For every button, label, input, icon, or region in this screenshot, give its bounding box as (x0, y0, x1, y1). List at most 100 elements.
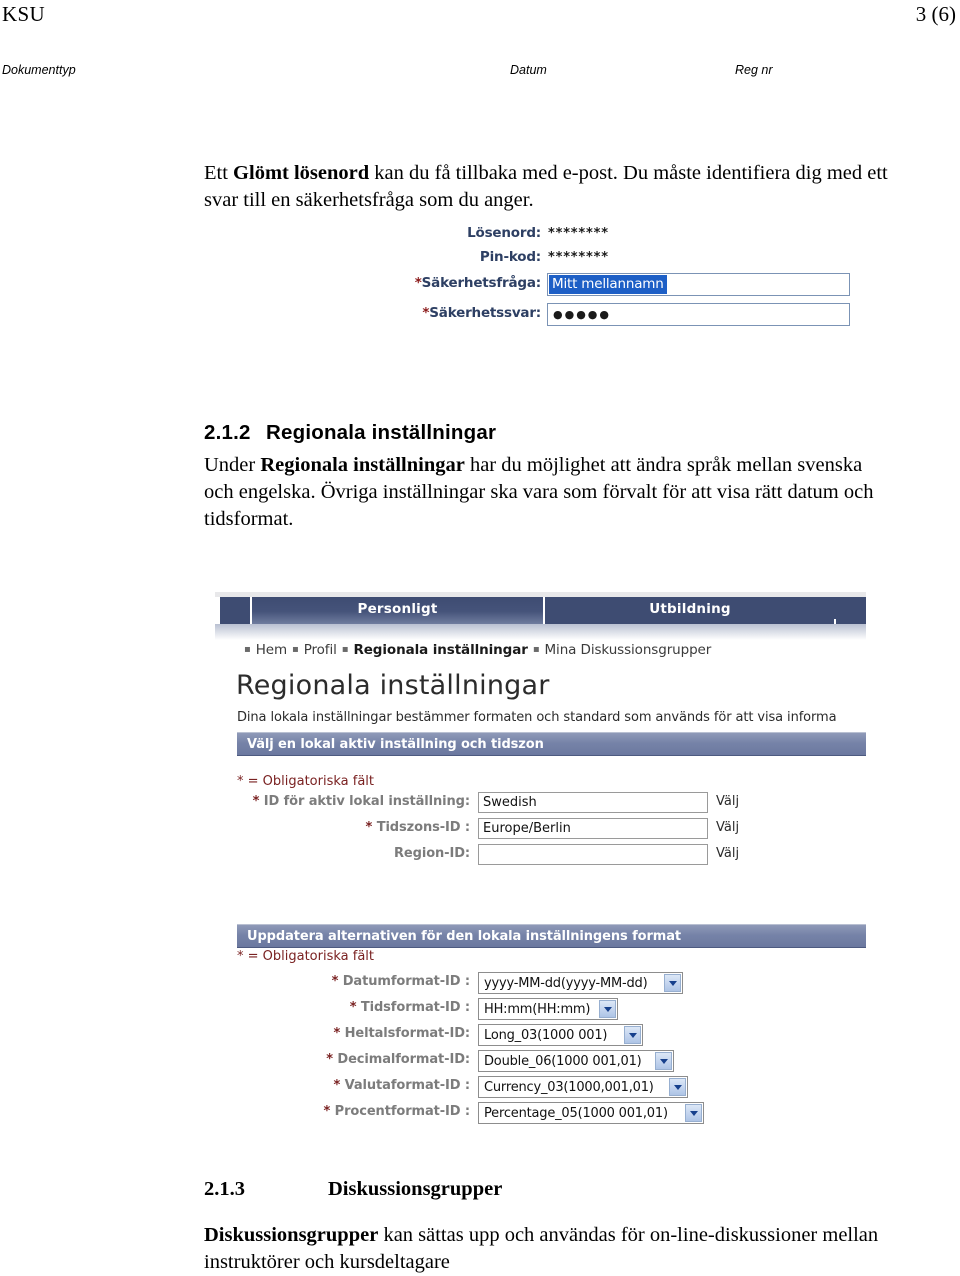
meta-label-datum: Datum (510, 63, 547, 77)
page-number: 3 (6) (915, 2, 956, 26)
input-aktiv-lokal-installning[interactable]: Swedish (478, 792, 708, 813)
breadcrumb-bullet-icon: ▪ (292, 644, 299, 655)
required-asterisk: * (331, 974, 339, 989)
heading-2-1-2-number: 2.1.2 (204, 421, 251, 444)
dropdown-tidsformat-id[interactable]: HH:mm(HH:mm) (478, 998, 618, 1020)
label-datumformat-id: * Datumformat-ID : (331, 974, 471, 989)
dropdown-procentformat-id[interactable]: Percentage_05(1000 001,01) (478, 1102, 704, 1124)
dropdown-datumformat-id[interactable]: yyyy-MM-dd(yyyy-MM-dd) (478, 972, 683, 994)
heading-2-1-2-title: Regionala inställningar (266, 421, 497, 444)
section-2-bar-label: Uppdatera alternativen för den lokala in… (247, 929, 681, 944)
label-aktiv-lokal-installning: * ID för aktiv lokal inställning: (252, 794, 471, 809)
input-tidszons-id[interactable]: Europe/Berlin (478, 818, 708, 839)
heading-2-1-3-number: 2.1.3 (204, 1178, 245, 1200)
heading-2-1-3-title: Diskussionsgrupper (328, 1178, 503, 1200)
chevron-down-icon[interactable] (624, 1026, 641, 1044)
form-row-losenord: Lösenord: ******** (333, 225, 866, 251)
label-sakerhetssvar: *Säkerhetssvar: (422, 305, 541, 321)
heading-2-1-3: 2.1.3 Diskussionsgrupper (204, 1178, 502, 1201)
field-row-datumformat-id: * Datumformat-ID : yyyy-MM-dd(yyyy-MM-dd… (215, 972, 866, 998)
required-asterisk: * (252, 794, 260, 809)
app-page-title: Regionala inställningar (236, 670, 550, 701)
document-header: KSU 3 (6) Dokumenttyp Datum Reg nr (0, 0, 960, 110)
sakerhetsfraga-input[interactable]: Mitt mellannamn (547, 273, 850, 296)
label-region-id: Region-ID: (394, 846, 470, 861)
chevron-down-icon[interactable] (655, 1052, 672, 1070)
field-row-tidsformat-id: * Tidsformat-ID : HH:mm(HH:mm) (215, 998, 866, 1024)
value-pinkod: ******** (548, 250, 609, 265)
dropdown-heltalsformat-id-value: Long_03(1000 001) (484, 1027, 608, 1043)
intro-paragraph: Ett Glömt lösenord kan du få tillbaka me… (204, 160, 894, 214)
form-row-sakerhetssvar: *Säkerhetssvar: ●●●●● (333, 303, 866, 331)
paragraph-2-1-2: Under Regionala inställningar har du möj… (204, 452, 894, 533)
sakerhetssvar-masked-value: ●●●●● (553, 308, 611, 321)
chevron-down-icon[interactable] (599, 1000, 616, 1018)
required-fields-note-2: * = Obligatoriska fält (237, 949, 375, 964)
breadcrumb: ▪ Hem ▪ Profil ▪ Regionala inställningar ▪ Mina… (239, 642, 711, 658)
required-fields-note-1: * = Obligatoriska fält (237, 774, 375, 789)
field-row-region-id: Region-ID: Välj (215, 844, 866, 870)
field-row-heltalsformat-id: * Heltalsformat-ID: Long_03(1000 001) (215, 1024, 866, 1050)
dropdown-tidsformat-id-value: HH:mm(HH:mm) (484, 1001, 591, 1017)
required-asterisk: * (414, 275, 422, 291)
breadcrumb-bullet-icon: ▪ (341, 644, 349, 655)
label-tidsformat-id: * Tidsformat-ID : (349, 1000, 470, 1015)
section-header-uppdatera-format: Uppdatera alternativen för den lokala in… (237, 924, 866, 948)
label-losenord: Lösenord: (467, 225, 541, 241)
valj-link-region-id[interactable]: Välj (716, 846, 739, 861)
required-asterisk: * (323, 1104, 331, 1119)
field-row-procentformat-id: * Procentformat-ID : Percentage_05(1000 … (215, 1102, 866, 1128)
para213-bold: Diskussionsgrupper (204, 1224, 379, 1246)
field-row-tidszons-id: * Tidszons-ID : Europe/Berlin Välj (215, 818, 866, 844)
label-pinkod: Pin-kod: (479, 249, 541, 265)
section-header-valj-lokal-installning: Välj en lokal aktiv inställning och tids… (237, 732, 866, 756)
required-asterisk: * (326, 1052, 333, 1067)
chevron-down-icon[interactable] (664, 974, 681, 992)
dropdown-valutaformat-id-value: Currency_03(1000,001,01) (484, 1079, 654, 1095)
tab-bar-fade (215, 624, 866, 640)
tab-personligt-label: Personligt (357, 601, 438, 617)
dropdown-heltalsformat-id[interactable]: Long_03(1000 001) (478, 1024, 643, 1046)
intro-text-bold: Glömt lösenord (233, 162, 370, 184)
label-procentformat-id: * Procentformat-ID : (323, 1104, 471, 1119)
paragraph-2-1-3: Diskussionsgrupper kan sättas upp och an… (204, 1222, 894, 1276)
chevron-down-icon[interactable] (669, 1078, 686, 1096)
breadcrumb-item-regionala-installningar[interactable]: Regionala inställningar (353, 642, 527, 658)
input-region-id[interactable] (478, 844, 708, 865)
app-page-description: Dina lokala inställningar bestämmer form… (237, 710, 837, 725)
section-1-bar-label: Välj en lokal aktiv inställning och tids… (247, 737, 544, 752)
label-sakerhetsfraga: *Säkerhetsfråga: (414, 275, 541, 291)
heading-2-1-2: 2.1.2 Regionala inställningar (204, 421, 496, 445)
sakerhetssvar-input[interactable]: ●●●●● (547, 303, 850, 326)
required-asterisk: * (333, 1078, 341, 1093)
valj-link-tidszons-id[interactable]: Välj (716, 820, 739, 835)
form-row-sakerhetsfraga: *Säkerhetsfråga: Mitt mellannamn (333, 273, 866, 301)
value-losenord: ******** (548, 226, 609, 241)
tab-utbildning[interactable]: Utbildning (546, 597, 834, 624)
field-row-aktiv-lokal-installning: * ID för aktiv lokal inställning: Swedis… (215, 792, 866, 818)
dropdown-valutaformat-id[interactable]: Currency_03(1000,001,01) (478, 1076, 688, 1098)
intro-text-before: Ett (204, 162, 234, 184)
chevron-down-icon[interactable] (685, 1104, 702, 1122)
para212-bold: Regionala inställningar (260, 454, 465, 476)
breadcrumb-item-mina-diskussionsgrupper[interactable]: Mina Diskussionsgrupper (545, 642, 712, 658)
tab-bar: Personligt Utbildning (215, 597, 866, 631)
field-row-decimalformat-id: * Decimalformat-ID: Double_06(1000 001,0… (215, 1050, 866, 1076)
password-form-screenshot: Lösenord: ******** Pin-kod: ******** *Sä… (333, 225, 866, 340)
breadcrumb-bullet-icon: ▪ (532, 644, 540, 655)
sakerhetsfraga-selected-text: Mitt mellannamn (549, 275, 667, 294)
valj-link-aktiv-lokal-installning[interactable]: Välj (716, 794, 739, 809)
meta-label-regnr: Reg nr (735, 63, 773, 77)
required-asterisk: * (365, 820, 373, 835)
para212-before: Under (204, 454, 261, 476)
organization-name: KSU (2, 2, 45, 26)
dropdown-datumformat-id-value: yyyy-MM-dd(yyyy-MM-dd) (484, 975, 648, 991)
tab-utbildning-label: Utbildning (649, 601, 731, 617)
meta-label-dokumenttyp: Dokumenttyp (2, 63, 76, 77)
dropdown-procentformat-id-value: Percentage_05(1000 001,01) (484, 1105, 668, 1121)
label-decimalformat-id: * Decimalformat-ID: (326, 1052, 470, 1067)
dropdown-decimalformat-id[interactable]: Double_06(1000 001,01) (478, 1050, 674, 1072)
breadcrumb-item-hem[interactable]: Hem (256, 642, 287, 658)
breadcrumb-item-profil[interactable]: Profil (304, 642, 337, 658)
label-heltalsformat-id: * Heltalsformat-ID: (333, 1026, 470, 1041)
